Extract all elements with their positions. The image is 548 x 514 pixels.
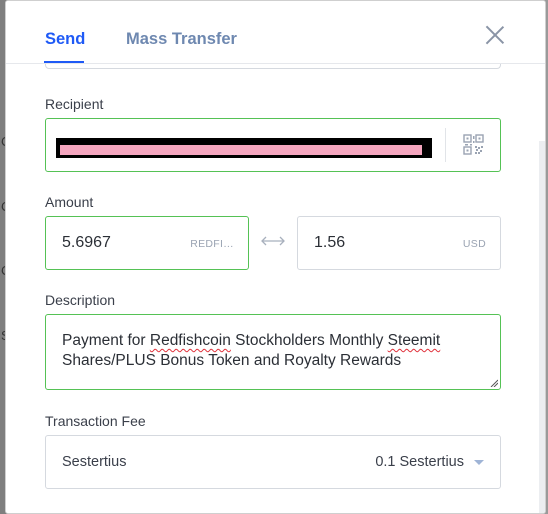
qr-code-icon[interactable] [463,134,484,155]
recipient-label: Recipient [45,96,104,112]
description-label: Description [45,292,116,308]
spellcheck-word: Redfishcoin [149,332,231,349]
send-modal: Send Mass Transfer Recipient Amount 5.69… [5,0,546,514]
fee-asset-name: Sestertius [62,454,127,470]
qr-separator [445,128,446,162]
amount-input[interactable]: 5.6967 REDFI… [45,216,249,270]
description-text: Payment for Redfishcoin Stockholders Mon… [62,331,492,371]
usd-amount-input[interactable]: 1.56 USD [297,216,501,270]
amount-unit: REDFI… [190,238,234,250]
amount-value: 5.6967 [62,234,111,251]
description-textarea[interactable]: Payment for Redfishcoin Stockholders Mon… [45,314,501,390]
redaction-highlight [60,145,422,155]
fee-value: 0.1 Sestertius [375,454,464,470]
close-icon[interactable] [484,24,506,46]
active-tab-indicator [44,61,84,63]
resize-handle-icon[interactable] [490,379,498,387]
spellcheck-word: Steemit [387,332,441,349]
usd-unit: USD [462,238,486,250]
scrollbar[interactable] [539,141,545,513]
usd-value: 1.56 [314,234,346,251]
swap-arrows-icon [261,236,285,246]
chevron-down-icon [474,460,484,465]
amount-label: Amount [45,194,94,210]
tab-mass-transfer[interactable]: Mass Transfer [126,30,237,49]
desc-part: Shares/PLUS Bonus Token and Royalty Rewa… [62,352,402,369]
tab-bar: Send Mass Transfer [6,1,545,64]
tab-send[interactable]: Send [45,30,85,49]
transaction-fee-label: Transaction Fee [45,413,146,429]
recipient-input[interactable] [45,118,501,172]
transaction-fee-select[interactable]: Sestertius 0.1 Sestertius [45,435,501,489]
desc-part: Payment for [62,332,150,349]
desc-part: Stockholders Monthly [230,332,388,349]
